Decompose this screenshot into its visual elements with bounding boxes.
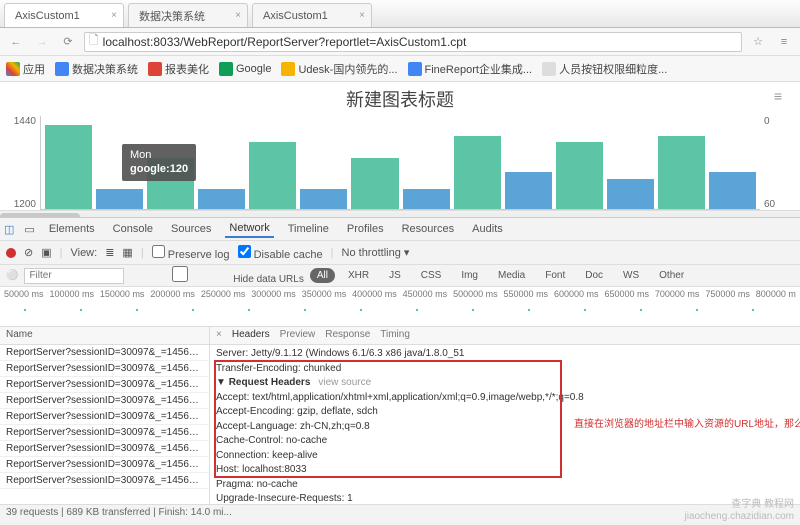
request-row[interactable]: ReportServer?sessionID=30097&_=145611... xyxy=(0,425,209,441)
bookmark-item[interactable]: FineReport企业集成... xyxy=(408,61,533,77)
request-row[interactable]: ReportServer?sessionID=30097&_=145611... xyxy=(0,393,209,409)
request-row[interactable]: ReportServer?sessionID=30097&_=145611... xyxy=(0,409,209,425)
request-row[interactable]: ReportServer?sessionID=30097&_=145611... xyxy=(0,361,209,377)
panel-network[interactable]: Network xyxy=(225,220,273,238)
bookmark-item[interactable]: Udesk-国内领先的... xyxy=(281,61,397,77)
close-icon[interactable]: × xyxy=(235,10,241,21)
request-list: Name ReportServer?sessionID=30097&_=1456… xyxy=(0,327,210,504)
status-bar: 39 requests | 689 KB transferred | Finis… xyxy=(0,504,800,522)
view-label: View: xyxy=(70,247,97,259)
tab-3[interactable]: AxisCustom1× xyxy=(252,3,372,27)
filter-js[interactable]: JS xyxy=(382,268,408,283)
bookmark-item[interactable]: Google xyxy=(219,62,271,76)
panel-resources[interactable]: Resources xyxy=(398,221,459,237)
url-input[interactable]: 🗋localhost:8033/WebReport/ReportServer?r… xyxy=(84,32,742,52)
tab-preview[interactable]: Preview xyxy=(280,329,316,342)
tab-timing[interactable]: Timing xyxy=(380,329,410,342)
forward-button[interactable]: → xyxy=(32,32,52,52)
devtools-tabs: ◫ ▭ Elements Console Sources Network Tim… xyxy=(0,217,800,241)
view-list-icon[interactable]: ≣ xyxy=(105,246,114,259)
inspect-icon[interactable]: ◫ xyxy=(4,223,14,236)
request-headers-title[interactable]: ▼ Request Headersview source xyxy=(216,376,794,391)
network-timeline[interactable]: 50000 ms100000 ms150000 ms200000 ms25000… xyxy=(0,287,800,327)
filter-font[interactable]: Font xyxy=(538,268,572,283)
close-details-icon[interactable]: × xyxy=(216,329,222,342)
bookmarks-bar: 应用 数据决策系统 报表美化 Google Udesk-国内领先的... Fin… xyxy=(0,56,800,82)
panel-timeline[interactable]: Timeline xyxy=(284,221,333,237)
y-axis-left: 14401200 xyxy=(8,116,36,210)
panel-audits[interactable]: Audits xyxy=(468,221,507,237)
chart-tooltip: Mongoogle:120 xyxy=(122,144,196,181)
address-bar: ← → ⟳ 🗋localhost:8033/WebReport/ReportSe… xyxy=(0,28,800,56)
preserve-log-checkbox[interactable]: Preserve log xyxy=(152,245,230,261)
request-row[interactable]: ReportServer?sessionID=30097&_=145611... xyxy=(0,441,209,457)
throttling-select[interactable]: No throttling ▾ xyxy=(342,246,410,259)
chart-menu-icon[interactable]: ≡ xyxy=(774,88,782,104)
filter-doc[interactable]: Doc xyxy=(578,268,610,283)
panel-elements[interactable]: Elements xyxy=(45,221,99,237)
bookmark-item[interactable]: 人员按钮权限细粒度... xyxy=(542,61,667,77)
panel-profiles[interactable]: Profiles xyxy=(343,221,388,237)
panel-console[interactable]: Console xyxy=(109,221,157,237)
filter-css[interactable]: CSS xyxy=(414,268,449,283)
menu-icon[interactable]: ≡ xyxy=(774,32,794,52)
close-icon[interactable]: × xyxy=(359,10,365,21)
hide-data-urls-checkbox[interactable]: Hide data URLs xyxy=(130,266,303,285)
chart-area[interactable]: 14401200 060 Mongoogle:120 xyxy=(40,116,760,210)
filter-all[interactable]: All xyxy=(310,268,335,283)
filter-media[interactable]: Media xyxy=(491,268,532,283)
chart-title: 新建图表标题 xyxy=(0,82,800,116)
watermark: 查字典 教程网 jiaocheng.chazidian.com xyxy=(684,499,794,523)
filter-input[interactable] xyxy=(24,268,124,284)
bookmark-item[interactable]: 数据决策系统 xyxy=(55,61,138,77)
request-row[interactable]: ReportServer?sessionID=30097&_=145611... xyxy=(0,345,209,361)
filter-img[interactable]: Img xyxy=(454,268,485,283)
filter-icon[interactable]: ⚪ xyxy=(6,270,18,281)
reload-button[interactable]: ⟳ xyxy=(58,32,78,52)
page-content: 新建图表标题 ≡ 14401200 060 Mongoogle:120 xyxy=(0,82,800,217)
bookmark-item[interactable]: 报表美化 xyxy=(148,61,209,77)
camera-icon[interactable]: ▣ xyxy=(41,246,51,259)
request-row[interactable]: ReportServer?sessionID=30097&_=145611... xyxy=(0,377,209,393)
tab-response[interactable]: Response xyxy=(325,329,370,342)
request-row[interactable]: ReportServer?sessionID=30097&_=145611... xyxy=(0,473,209,489)
network-toolbar: ⊘ ▣ | View: ≣ ▦ | Preserve log Disable c… xyxy=(0,241,800,265)
tab-headers[interactable]: Headers xyxy=(232,329,270,342)
browser-tabs: AxisCustom1× 数据决策系统× AxisCustom1× xyxy=(0,0,800,28)
disable-cache-checkbox[interactable]: Disable cache xyxy=(238,245,323,261)
filter-bar: ⚪ Hide data URLs All XHR JS CSS Img Medi… xyxy=(0,265,800,287)
horizontal-scrollbar[interactable] xyxy=(0,210,800,217)
back-button[interactable]: ← xyxy=(6,32,26,52)
annotation-text: 直接在浏览器的地址栏中输入资源的URL地址，那么请求里不包含Referer字段 xyxy=(574,415,800,430)
y-axis-right: 060 xyxy=(764,116,788,210)
apps-button[interactable]: 应用 xyxy=(6,61,45,77)
request-details: × Headers Preview Response Timing Server… xyxy=(210,327,800,504)
clear-button[interactable]: ⊘ xyxy=(24,246,33,259)
record-button[interactable] xyxy=(6,248,16,258)
device-icon[interactable]: ▭ xyxy=(24,223,34,236)
filter-other[interactable]: Other xyxy=(652,268,691,283)
tab-2[interactable]: 数据决策系统× xyxy=(128,3,248,27)
network-split: Name ReportServer?sessionID=30097&_=1456… xyxy=(0,327,800,504)
file-icon: 🗋 xyxy=(89,31,99,52)
view-grid-icon[interactable]: ▦ xyxy=(122,246,132,259)
name-column-header[interactable]: Name xyxy=(0,327,209,345)
tab-1[interactable]: AxisCustom1× xyxy=(4,3,124,27)
filter-xhr[interactable]: XHR xyxy=(341,268,376,283)
close-icon[interactable]: × xyxy=(111,10,117,21)
panel-sources[interactable]: Sources xyxy=(167,221,215,237)
bookmark-star-icon[interactable]: ☆ xyxy=(748,32,768,52)
filter-ws[interactable]: WS xyxy=(616,268,646,283)
request-row[interactable]: ReportServer?sessionID=30097&_=145611... xyxy=(0,457,209,473)
details-tabs: × Headers Preview Response Timing xyxy=(210,327,800,345)
